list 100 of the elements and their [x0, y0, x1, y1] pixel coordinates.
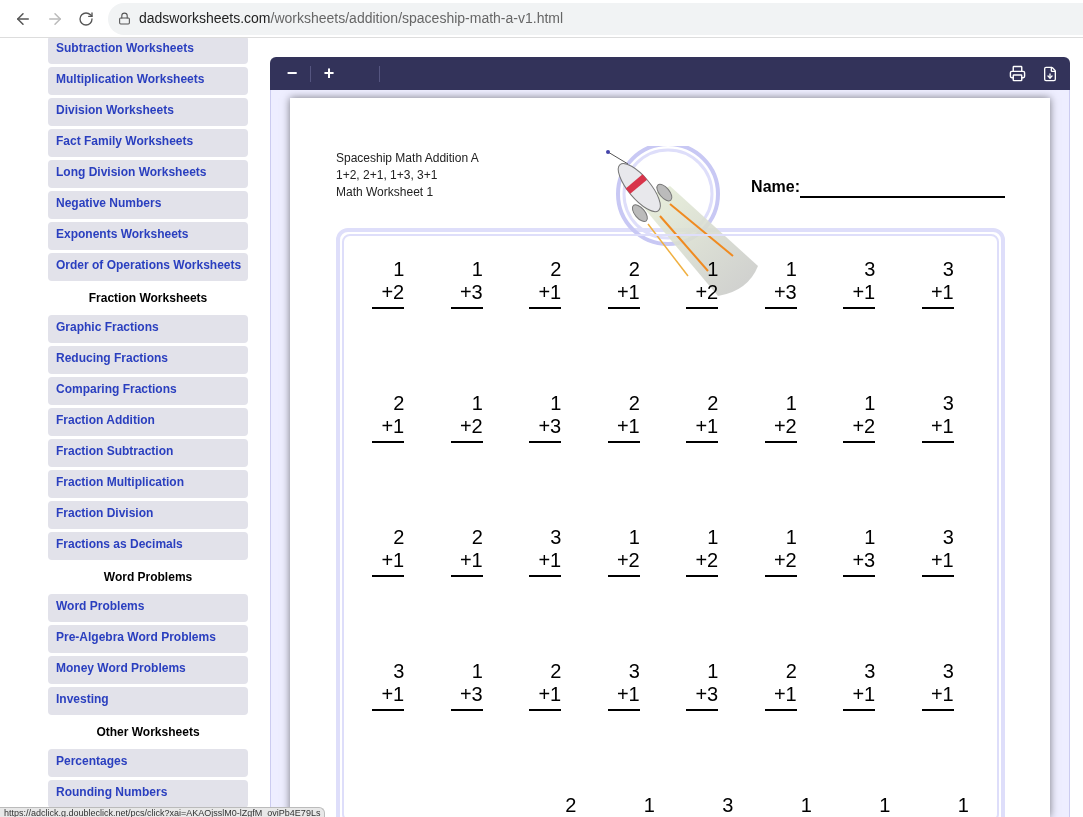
- addend: 2: [393, 526, 405, 549]
- addend: +1: [852, 281, 876, 304]
- reload-icon[interactable]: [78, 10, 94, 27]
- addend: +3: [459, 683, 483, 706]
- addend: 2: [471, 526, 483, 549]
- zoom-in-button[interactable]: +: [319, 60, 339, 87]
- addend: +1: [459, 549, 483, 572]
- addend: 1: [628, 526, 640, 549]
- sidebar-link[interactable]: Fraction Division: [48, 501, 248, 529]
- addend: +3: [538, 415, 562, 438]
- sidebar-heading: Other Worksheets: [96, 724, 200, 741]
- worksheet-title: Math Worksheet 1: [336, 184, 435, 201]
- print-icon[interactable]: [1009, 65, 1026, 82]
- addend: +2: [459, 415, 483, 438]
- addend: 2: [565, 794, 577, 817]
- addend: 1: [393, 258, 405, 281]
- addend: +1: [381, 683, 405, 706]
- sidebar-link[interactable]: Investing: [48, 687, 248, 715]
- addend: 1: [800, 794, 812, 817]
- addend: +2: [695, 549, 719, 572]
- sidebar-link[interactable]: Reducing Fractions: [48, 346, 248, 374]
- addend: 2: [785, 660, 797, 683]
- sidebar-link[interactable]: Division Worksheets: [48, 98, 248, 126]
- sidebar-link[interactable]: Money Word Problems: [48, 656, 248, 684]
- addend: +1: [538, 281, 562, 304]
- addend: 1: [957, 794, 969, 817]
- addend: 1: [707, 660, 719, 683]
- addend: +2: [695, 281, 719, 304]
- addend: +1: [538, 683, 562, 706]
- addend: +1: [695, 415, 719, 438]
- addend: +1: [930, 549, 954, 572]
- addend: +1: [381, 549, 405, 572]
- lock-icon: [118, 12, 131, 25]
- addend: 1: [471, 660, 483, 683]
- addend: +2: [773, 549, 797, 572]
- addend: 3: [722, 794, 734, 817]
- addend: 2: [628, 392, 640, 415]
- addend: 3: [942, 392, 954, 415]
- sidebar-link[interactable]: Negative Numbers: [48, 191, 248, 219]
- link-url-tooltip: https://adclick.g.doubleclick.net/pcs/click?xai=AKAOjsslM0-lZgfM_oviPb4E79Ls: [0, 807, 326, 817]
- addend: 3: [864, 660, 876, 683]
- zoom-out-button[interactable]: −: [282, 60, 302, 87]
- sidebar-link[interactable]: Fractions as Decimals: [48, 532, 248, 560]
- addend: +1: [616, 281, 640, 304]
- sidebar-link[interactable]: Exponents Worksheets: [48, 222, 248, 250]
- name-label: Name:: [751, 177, 800, 197]
- addend: 1: [879, 794, 891, 817]
- addend: +2: [616, 549, 640, 572]
- addend: 2: [550, 258, 562, 281]
- addend: 1: [643, 794, 655, 817]
- addend: 3: [942, 526, 954, 549]
- addend: 1: [471, 258, 483, 281]
- addend: +2: [773, 415, 797, 438]
- sidebar-link[interactable]: Fraction Multiplication: [48, 470, 248, 498]
- addend: +1: [538, 549, 562, 572]
- addend: 3: [942, 258, 954, 281]
- sidebar-link[interactable]: Subtraction Worksheets: [48, 38, 248, 64]
- addend: 1: [550, 392, 562, 415]
- addend: +3: [695, 683, 719, 706]
- addend: 1: [471, 392, 483, 415]
- sidebar-link[interactable]: Pre-Algebra Word Problems: [48, 625, 248, 653]
- addend: +1: [381, 415, 405, 438]
- addend: 2: [393, 392, 405, 415]
- sidebar-link[interactable]: Graphic Fractions: [48, 315, 248, 343]
- addend: 1: [785, 258, 797, 281]
- sidebar-link[interactable]: Multiplication Worksheets: [48, 67, 248, 95]
- addend: 2: [628, 258, 640, 281]
- addend: +1: [773, 683, 797, 706]
- addend: +1: [930, 281, 954, 304]
- addend: 1: [707, 526, 719, 549]
- worksheet-title: 1+2, 2+1, 1+3, 3+1: [336, 167, 439, 184]
- addend: +3: [852, 549, 876, 572]
- addend: 1: [707, 258, 719, 281]
- sidebar-link[interactable]: Fraction Subtraction: [48, 439, 248, 467]
- sidebar-heading: Word Problems: [103, 569, 193, 586]
- sidebar-link[interactable]: Word Problems: [48, 594, 248, 622]
- addend: +3: [459, 281, 483, 304]
- address-bar[interactable]: dadsworksheets.com/worksheets/addition/spaceship-math-a-v1.html: [108, 2, 1083, 35]
- addend: +3: [773, 281, 797, 304]
- sidebar-link[interactable]: Comparing Fractions: [48, 377, 248, 405]
- sidebar-heading: Fraction Worksheets: [88, 290, 208, 307]
- sidebar-link[interactable]: Fact Family Worksheets: [48, 129, 248, 157]
- addend: 3: [628, 660, 640, 683]
- addend: +1: [616, 683, 640, 706]
- sidebar-link[interactable]: Long Division Worksheets: [48, 160, 248, 188]
- sidebar-link[interactable]: Rounding Numbers: [48, 780, 248, 808]
- addend: 1: [785, 392, 797, 415]
- sidebar-link[interactable]: Fraction Addition: [48, 408, 248, 436]
- addend: +2: [852, 415, 876, 438]
- addend: +2: [381, 281, 405, 304]
- addend: +1: [616, 415, 640, 438]
- addend: 2: [707, 392, 719, 415]
- addend: 2: [550, 660, 562, 683]
- download-icon[interactable]: [1042, 65, 1058, 82]
- addend: +1: [930, 683, 954, 706]
- sidebar-link[interactable]: Order of Operations Worksheets: [48, 253, 248, 281]
- sidebar-link[interactable]: Percentages: [48, 749, 248, 777]
- addend: 3: [864, 258, 876, 281]
- addend: 1: [864, 392, 876, 415]
- worksheet-title: Spaceship Math Addition A: [336, 150, 479, 167]
